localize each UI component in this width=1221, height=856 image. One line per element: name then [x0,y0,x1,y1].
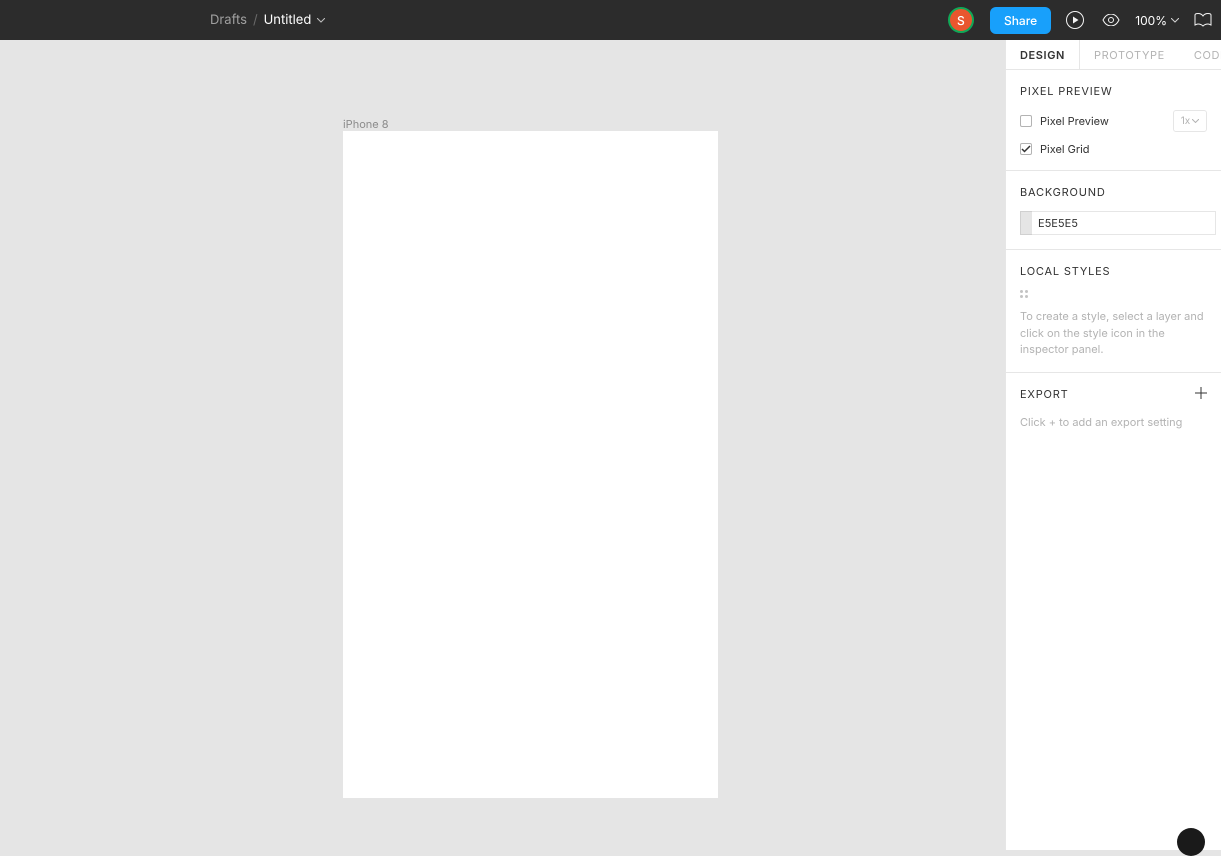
pixel-preview-label: Pixel Preview [1040,114,1109,128]
frame-label[interactable]: iPhone 8 [343,117,389,131]
export-title: EXPORT [1020,387,1069,401]
local-styles-title: LOCAL STYLES [1020,264,1207,278]
export-hint: Click + to add an export setting [1020,414,1207,431]
user-avatar[interactable]: S [948,7,974,33]
canvas-area[interactable]: iPhone 8 [0,40,1005,850]
pixel-preview-checkbox[interactable] [1020,115,1032,127]
add-export-icon[interactable] [1195,387,1207,402]
styles-grid-icon [1020,290,1030,298]
background-hex-input[interactable] [1032,211,1216,235]
tab-prototype[interactable]: PROTOTYPE [1080,40,1180,69]
breadcrumb-file-label: Untitled [264,12,312,28]
breadcrumb-separator: / [253,12,258,28]
frame-iphone-8[interactable] [343,131,718,798]
panel-tabs: DESIGN PROTOTYPE CODE [1006,40,1221,70]
workspace: iPhone 8 DESIGN PROTOTYPE CODE PIXEL PRE… [0,40,1221,850]
pixel-scale-value: 1x [1181,115,1191,127]
tab-code[interactable]: CODE [1180,40,1221,69]
pixel-grid-checkbox[interactable] [1020,143,1032,155]
pixel-scale-select[interactable]: 1x [1173,110,1207,132]
chevron-down-icon [1171,18,1179,23]
top-toolbar: Drafts / Untitled S Share 100% [0,0,1221,40]
toolbar-right: S Share 100% [948,0,1221,40]
breadcrumb-file[interactable]: Untitled [264,12,326,28]
view-icon[interactable] [1099,8,1123,32]
library-icon[interactable] [1191,8,1215,32]
section-local-styles: LOCAL STYLES To create a style, select a… [1006,250,1221,373]
breadcrumb: Drafts / Untitled [0,12,325,28]
chevron-down-icon [317,18,325,23]
section-pixel-preview: PIXEL PREVIEW Pixel Preview 1x Pixel Gri… [1006,70,1221,171]
chevron-down-icon [1192,119,1199,123]
help-fab[interactable] [1177,828,1205,856]
zoom-value: 100% [1135,13,1167,28]
inspector-panel: DESIGN PROTOTYPE CODE PIXEL PREVIEW Pixe… [1005,40,1221,850]
background-title: BACKGROUND [1020,185,1207,199]
pixel-preview-title: PIXEL PREVIEW [1020,84,1207,98]
present-icon[interactable] [1063,8,1087,32]
avatar-initial: S [957,13,965,28]
section-export: EXPORT Click + to add an export setting [1006,373,1221,445]
local-styles-hint: To create a style, select a layer and cl… [1020,308,1207,358]
section-background: BACKGROUND [1006,171,1221,250]
tab-design[interactable]: DESIGN [1006,40,1080,69]
pixel-grid-label: Pixel Grid [1040,142,1090,156]
zoom-control[interactable]: 100% [1135,13,1179,28]
breadcrumb-folder[interactable]: Drafts [210,12,247,28]
share-button[interactable]: Share [990,7,1051,34]
